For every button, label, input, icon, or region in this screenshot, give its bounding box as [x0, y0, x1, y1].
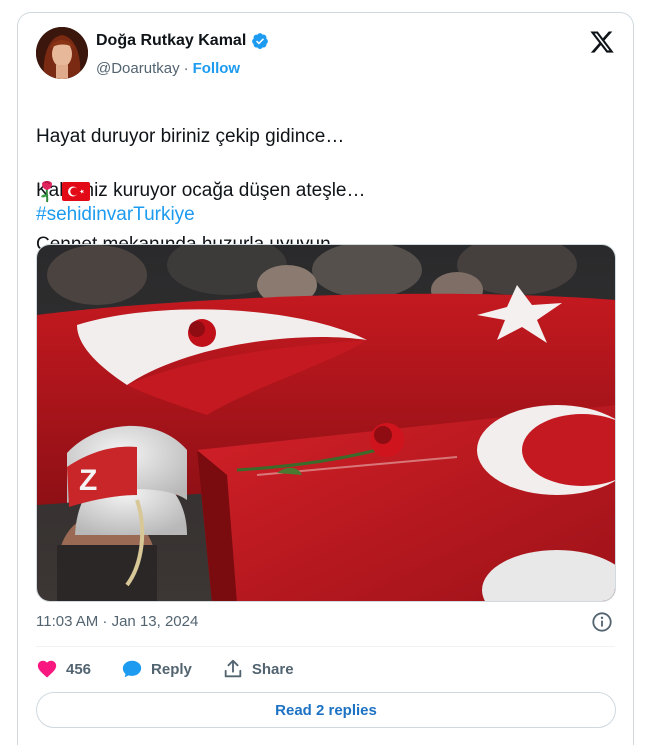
verified-badge-icon [252, 33, 269, 50]
author-handle-row: @Doarutkay · Follow [96, 60, 240, 77]
divider [36, 646, 615, 647]
share-upload-icon [224, 659, 242, 678]
tweet-photo[interactable]: Z [36, 244, 616, 602]
share-label: Share [251, 660, 294, 678]
heart-icon [37, 660, 57, 678]
tweet-timestamp[interactable]: 11:03 AM · Jan 13, 2024 [36, 613, 198, 630]
photo-coffins-flag: Z [37, 245, 615, 601]
tweet-card: Doğa Rutkay Kamal @Doarutkay · Follow Ha… [17, 12, 634, 745]
rose-icon [41, 181, 52, 203]
share-button[interactable]: Share [222, 658, 294, 680]
reply-label: Reply [151, 660, 192, 678]
read-replies-button[interactable]: Read 2 replies [36, 692, 616, 728]
x-logo-icon[interactable] [589, 29, 615, 55]
turkey-flag-icon [62, 181, 90, 201]
like-button[interactable]: 456 [36, 658, 91, 680]
author-name-row: Doğa Rutkay Kamal [96, 32, 269, 50]
reply-button[interactable]: Reply [121, 658, 192, 680]
hashtag-link[interactable]: #sehidinvarTurkiye [36, 204, 195, 226]
info-icon[interactable] [591, 611, 613, 633]
emoji-row [36, 179, 90, 203]
avatar-image [36, 27, 88, 79]
tweet-line: Kalbimiz kuruyor ocağa düşen ateşle… [36, 180, 366, 201]
handle-separator: · [183, 60, 189, 77]
avatar[interactable] [36, 27, 88, 79]
author-name[interactable]: Doğa Rutkay Kamal [96, 32, 246, 50]
tweet-line: Hayat duruyor biriniz çekip gidince… [36, 126, 345, 147]
follow-button[interactable]: Follow [193, 60, 241, 77]
helmet-letters: Z [79, 464, 97, 497]
author-handle[interactable]: @Doarutkay [96, 60, 180, 77]
reply-bubble-icon [122, 660, 142, 678]
like-count: 456 [66, 660, 92, 678]
action-bar: 456 Reply Share [36, 656, 324, 682]
